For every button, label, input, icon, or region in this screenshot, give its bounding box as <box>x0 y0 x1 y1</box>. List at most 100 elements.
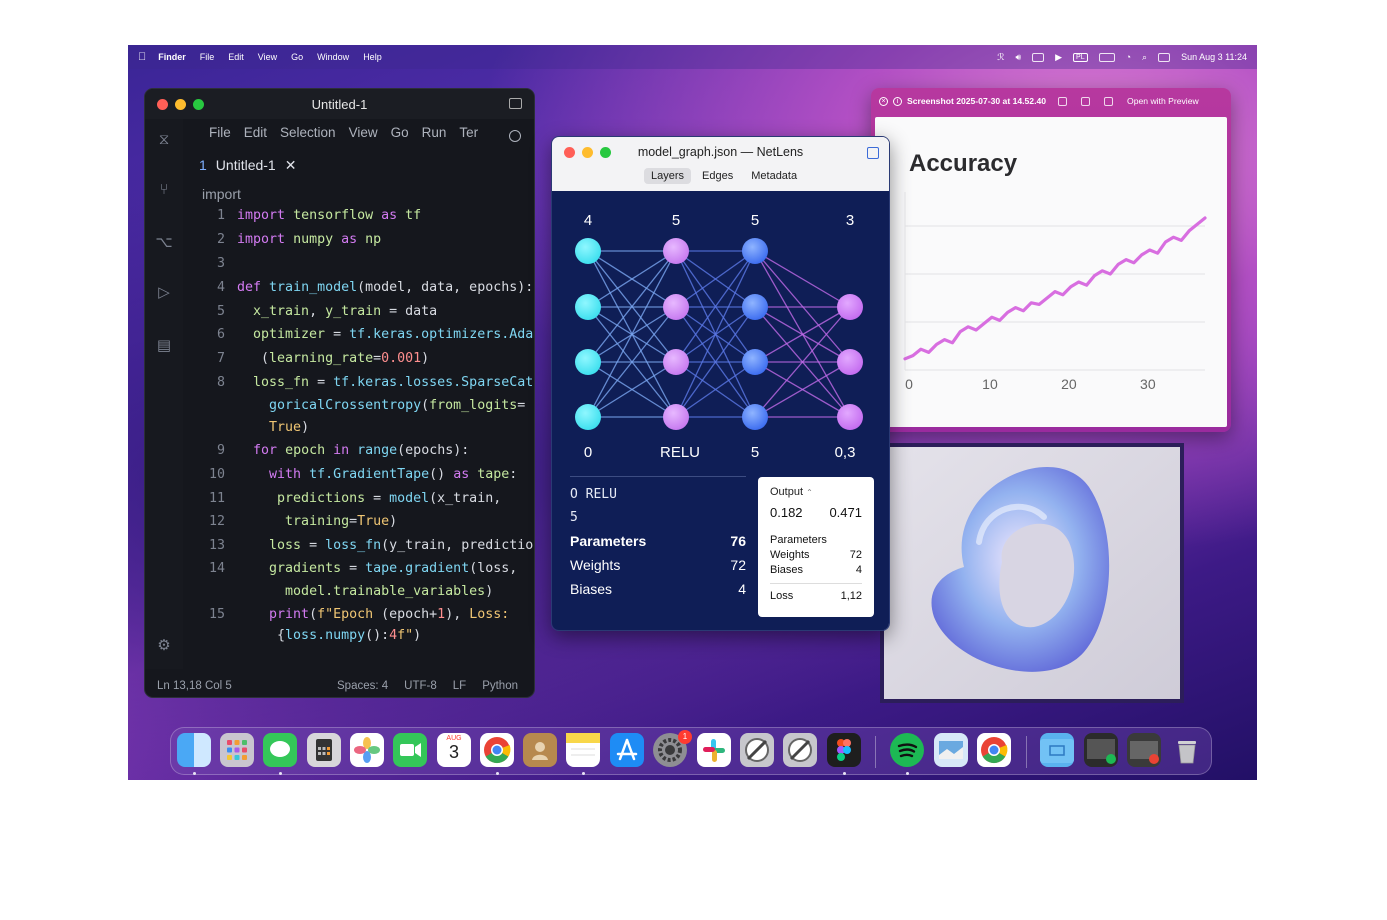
network-graph[interactable]: 4 0 5 RELU 5 5 3 0,3 <box>552 191 890 471</box>
finder-icon[interactable] <box>177 733 211 767</box>
notes-icon[interactable] <box>566 733 600 767</box>
photos-icon[interactable] <box>350 733 384 767</box>
card-loss-value: 1,12 <box>840 590 862 602</box>
run-debug-icon[interactable]: ▷ <box>155 284 173 302</box>
screenshot-stack-icon[interactable] <box>1127 733 1161 767</box>
tab-edges[interactable]: Edges <box>695 168 740 184</box>
source-control-icon[interactable]: ⑂ <box>155 181 173 199</box>
calculator-icon[interactable] <box>307 733 341 767</box>
menu-file[interactable]: File <box>200 52 215 62</box>
calendar-icon[interactable]: AUG 3 <box>437 733 471 767</box>
folder-icon[interactable] <box>1040 733 1074 767</box>
control-center-icon[interactable] <box>1158 52 1171 62</box>
status-eol[interactable]: LF <box>453 680 466 692</box>
sidebar-toggle-icon[interactable] <box>867 147 879 159</box>
chrome-icon[interactable] <box>977 733 1011 767</box>
editor-menu-edit[interactable]: Edit <box>244 125 267 140</box>
neuron-node[interactable] <box>742 349 768 375</box>
neuron-node[interactable] <box>837 349 863 375</box>
menu-help[interactable]: Help <box>363 52 382 62</box>
tab-close-icon[interactable]: ✕ <box>285 157 297 174</box>
figma-icon[interactable] <box>827 733 861 767</box>
remote-explorer-icon[interactable]: ▤ <box>155 337 173 355</box>
tab-metadata[interactable]: Metadata <box>744 168 804 184</box>
editor-menu-go[interactable]: Go <box>391 125 409 140</box>
tab-layers[interactable]: Layers <box>644 168 692 184</box>
menu-window[interactable]: Window <box>317 52 349 62</box>
menu-view[interactable]: View <box>258 52 277 62</box>
messages-icon[interactable] <box>263 733 297 767</box>
neuron-node[interactable] <box>575 404 601 430</box>
minimize-window-button[interactable] <box>175 99 186 110</box>
launchpad-icon[interactable] <box>220 733 254 767</box>
editor-menu-terminal[interactable]: Ter <box>459 125 478 140</box>
x-tick-label: 30 <box>1140 376 1156 392</box>
neuron-node[interactable] <box>663 349 689 375</box>
account-circle-icon[interactable] <box>509 130 521 142</box>
battery-icon[interactable] <box>1098 52 1115 62</box>
close-icon[interactable]: × <box>879 96 888 106</box>
menu-app-name[interactable]: Finder <box>158 52 186 62</box>
utility-app-icon[interactable] <box>783 733 817 767</box>
zoom-window-button[interactable] <box>193 99 204 110</box>
neuron-node[interactable] <box>575 238 601 264</box>
menu-go[interactable]: Go <box>291 52 303 62</box>
apple-icon[interactable]:  <box>138 51 146 63</box>
editor-menu-view[interactable]: View <box>349 125 378 140</box>
neuron-node[interactable] <box>575 349 601 375</box>
screenshot-stack-icon[interactable] <box>1084 733 1118 767</box>
share-icon[interactable] <box>1104 96 1114 106</box>
neuron-node[interactable] <box>663 294 689 320</box>
rotate-icon[interactable] <box>1081 96 1091 106</box>
spotify-icon[interactable] <box>890 733 924 767</box>
card-weights-row: Weights 72 <box>770 549 862 561</box>
neuron-node[interactable] <box>837 294 863 320</box>
editor-menu-file[interactable]: File <box>209 125 231 140</box>
utility-app-icon[interactable] <box>740 733 774 767</box>
menu-edit[interactable]: Edit <box>228 52 244 62</box>
editor-tab[interactable]: 1 Untitled-1 ✕ <box>199 157 296 174</box>
calendar-month: AUG <box>446 735 462 742</box>
play-icon[interactable]: ▶︎ <box>1055 52 1062 63</box>
status-indentation[interactable]: Spaces: 4 <box>337 680 388 692</box>
neuron-node[interactable] <box>742 404 768 430</box>
search-icon[interactable]: ⌕ <box>1142 52 1147 63</box>
app-store-icon[interactable] <box>610 733 644 767</box>
settings-gear-icon[interactable]: ⚙ <box>155 637 173 655</box>
status-cursor-position[interactable]: Ln 13,18 Col 5 <box>157 680 232 692</box>
menu-clock[interactable]: Sun Aug 3 11:24 <box>1181 52 1247 62</box>
display-icon[interactable] <box>1032 52 1045 62</box>
branch-icon[interactable]: ⌥ <box>155 234 173 252</box>
facetime-icon[interactable] <box>393 733 427 767</box>
close-window-button[interactable] <box>157 99 168 110</box>
layout-toggle-icon[interactable] <box>509 98 522 109</box>
wifi-icon[interactable]: ◔ <box>1126 52 1131 62</box>
neuron-node[interactable] <box>742 238 768 264</box>
info-icon[interactable]: i <box>893 96 902 106</box>
volume-icon[interactable]: 🔊︎ <box>1015 52 1021 63</box>
trash-icon[interactable] <box>1170 733 1204 767</box>
breadcrumb[interactable]: import <box>202 186 241 202</box>
system-settings-icon[interactable]: 1 <box>653 730 692 767</box>
keyboard-input-icon[interactable]: PL <box>1073 52 1088 62</box>
script-icon[interactable]: ℛ <box>997 52 1004 63</box>
status-language[interactable]: Python <box>482 680 518 692</box>
editor-menu-run[interactable]: Run <box>422 125 447 140</box>
open-with-preview-button[interactable]: Open with Preview <box>1127 96 1199 106</box>
output-header[interactable]: Output ⌃ <box>770 486 862 498</box>
neuron-node[interactable] <box>837 404 863 430</box>
contacts-icon[interactable] <box>523 733 557 767</box>
preview-app-icon[interactable] <box>934 733 968 767</box>
chrome-icon[interactable] <box>480 733 514 767</box>
neuron-node[interactable] <box>742 294 768 320</box>
slack-icon[interactable] <box>697 733 731 767</box>
markup-icon[interactable] <box>1058 96 1068 106</box>
editor-menu-selection[interactable]: Selection <box>280 125 336 140</box>
editor-title-bar: Untitled-1 <box>145 89 534 119</box>
line-number: 1 <box>216 208 225 223</box>
biases-row: Biases 4 <box>570 581 746 597</box>
neuron-node[interactable] <box>575 294 601 320</box>
neuron-node[interactable] <box>663 404 689 430</box>
status-encoding[interactable]: UTF-8 <box>404 680 437 692</box>
neuron-node[interactable] <box>663 238 689 264</box>
